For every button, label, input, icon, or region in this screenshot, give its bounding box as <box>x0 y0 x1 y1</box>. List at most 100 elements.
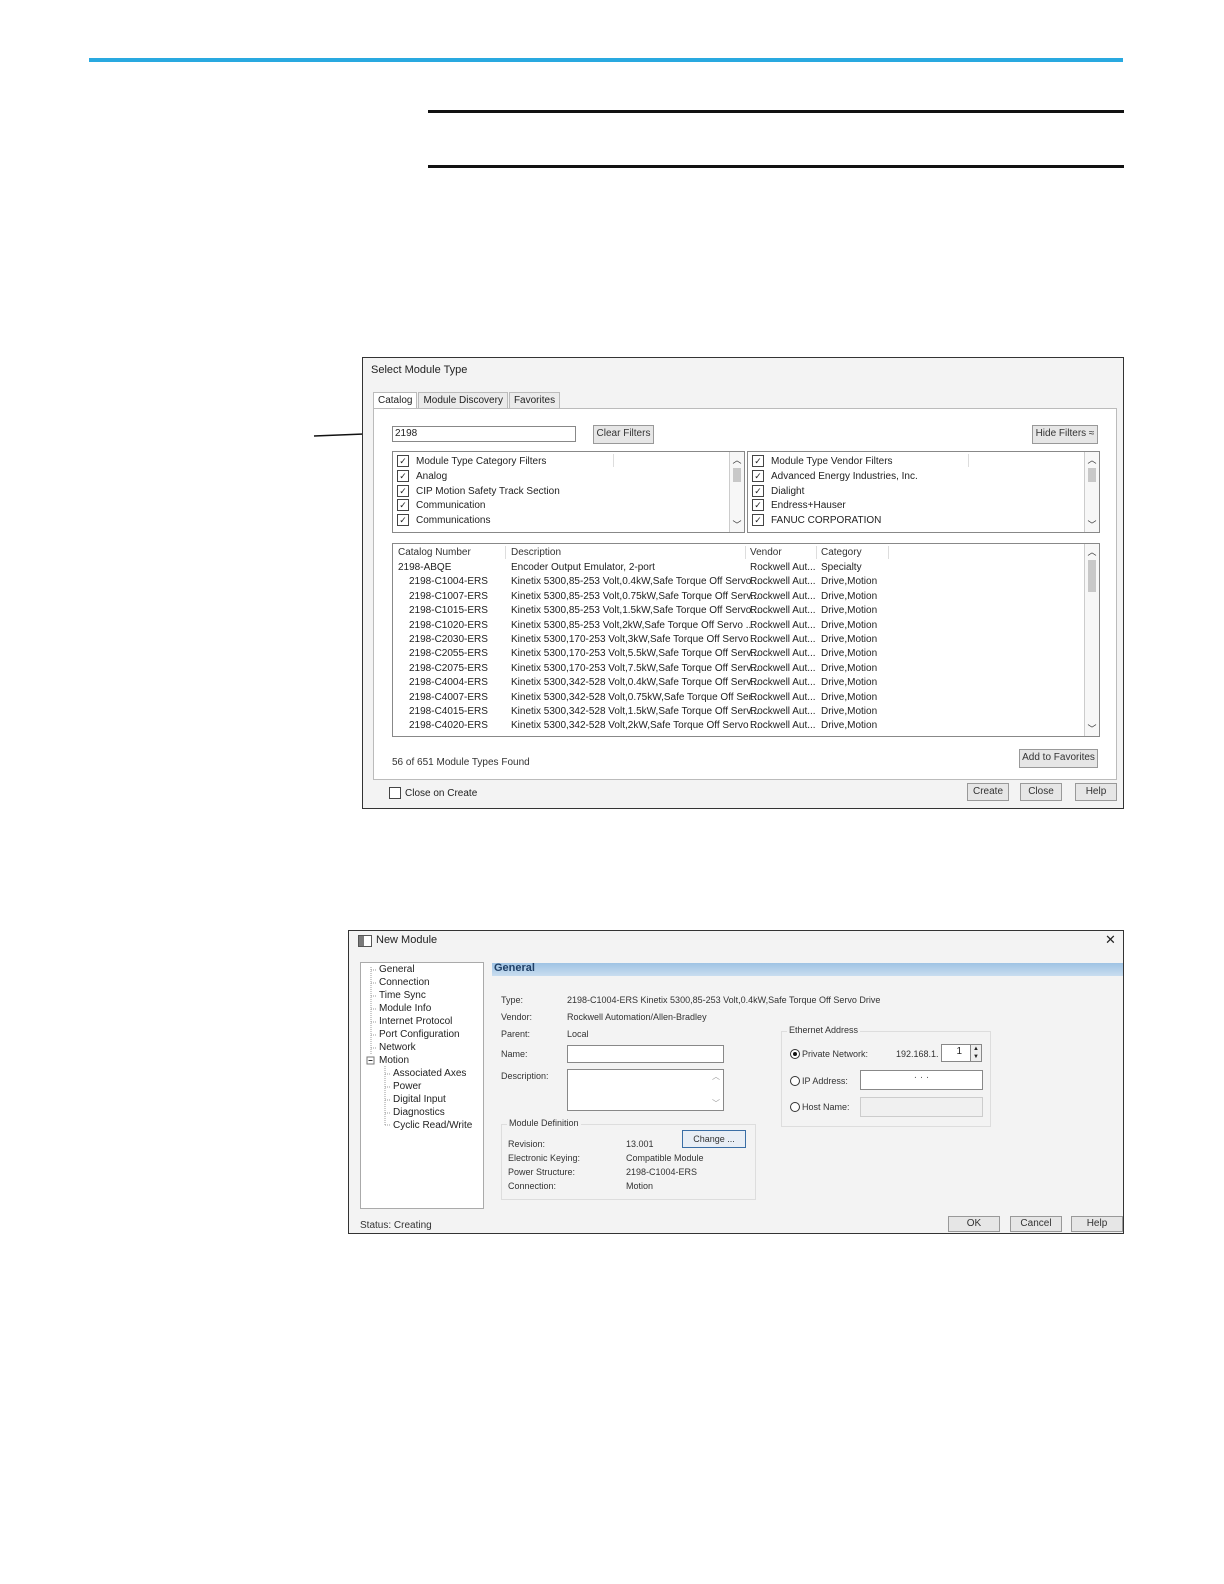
scroll-up-icon[interactable]: ︿ <box>712 1071 720 1082</box>
tree-item-cyclic-read-write[interactable]: Cyclic Read/Write <box>393 1120 472 1131</box>
parent-value: Local <box>567 1029 589 1039</box>
column-header-catalog-number[interactable]: Catalog Number <box>398 547 471 558</box>
vendor-filter-item[interactable]: ✓ FANUC CORPORATION <box>752 513 881 527</box>
found-count: 56 of 651 Module Types Found <box>392 757 530 768</box>
search-input[interactable]: 2198 <box>392 426 576 442</box>
category-filter-item[interactable]: ✓ Communication <box>397 498 485 512</box>
checkbox-checked-icon[interactable]: ✓ <box>752 514 764 526</box>
description-cell: Kinetix 5300,85-253 Volt,0.4kW,Safe Torq… <box>511 576 760 588</box>
description-cell: Kinetix 5300,342-528 Volt,0.4kW,Safe Tor… <box>511 677 759 689</box>
table-row[interactable]: 2198-C4020-ERS Kinetix 5300,342-528 Volt,… <box>393 720 1083 734</box>
private-network-radio[interactable] <box>790 1049 800 1059</box>
table-row[interactable]: 2198-C4015-ERS Kinetix 5300,342-528 Volt,… <box>393 706 1083 720</box>
host-name-radio[interactable] <box>790 1102 800 1112</box>
category-filter-item[interactable]: ✓ CIP Motion Safety Track Section <box>397 484 560 498</box>
checkbox-checked-icon[interactable]: ✓ <box>752 470 764 482</box>
catalog-scrollbar[interactable]: ︿ ﹀ <box>1084 544 1099 736</box>
host-name-label: Host Name: <box>802 1102 850 1112</box>
tree-item-port-configuration[interactable]: Port Configuration <box>379 1029 460 1040</box>
vendor-filter-item[interactable]: ✓ Advanced Energy Industries, Inc. <box>752 469 918 483</box>
help-button[interactable]: Help <box>1075 783 1117 801</box>
table-row[interactable]: 2198-C4007-ERS Kinetix 5300,342-528 Volt,… <box>393 692 1083 706</box>
tree-item-power[interactable]: Power <box>393 1081 421 1092</box>
checkbox-checked-icon[interactable]: ✓ <box>397 514 409 526</box>
section-title: General <box>494 962 535 974</box>
tree-item-time-sync[interactable]: Time Sync <box>379 990 426 1001</box>
host-name-field[interactable] <box>860 1097 983 1117</box>
tree-item-module-info[interactable]: Module Info <box>379 1003 431 1014</box>
checkbox-checked-icon[interactable]: ✓ <box>397 455 409 467</box>
close-icon[interactable]: ✕ <box>1105 932 1116 948</box>
tree-item-internet-protocol[interactable]: Internet Protocol <box>379 1016 452 1027</box>
scroll-down-icon[interactable]: ﹀ <box>712 1098 720 1109</box>
category-filter-header: ✓ Module Type Category Filters <box>397 454 546 468</box>
scroll-thumb[interactable] <box>1088 468 1096 482</box>
tree-item-digital-input[interactable]: Digital Input <box>393 1094 446 1105</box>
category-filter-item[interactable]: ✓ Analog <box>397 469 447 483</box>
tree-item-connection[interactable]: Connection <box>379 977 430 988</box>
category-filter-item[interactable]: ✓ Communications <box>397 513 490 527</box>
tree-item-associated-axes[interactable]: Associated Axes <box>393 1068 466 1079</box>
vendor-filter-item[interactable]: ✓ Endress+Hauser <box>752 498 846 512</box>
tab-module-discovery[interactable]: Module Discovery <box>418 392 508 408</box>
table-row[interactable]: 2198-C1007-ERS Kinetix 5300,85-253 Volt,0… <box>393 591 1083 605</box>
vendor-filter-item[interactable]: ✓ Dialight <box>752 484 804 498</box>
checkbox-checked-icon[interactable]: ✓ <box>752 455 764 467</box>
scroll-up-icon[interactable]: ︿ <box>730 453 744 466</box>
table-row[interactable]: 2198-C1015-ERS Kinetix 5300,85-253 Volt,1… <box>393 605 1083 619</box>
checkbox-checked-icon[interactable]: ✓ <box>397 470 409 482</box>
vendor-scrollbar[interactable]: ︿ ﹀ <box>1084 452 1099 532</box>
table-row[interactable]: 2198-C1020-ERS Kinetix 5300,85-253 Volt,2… <box>393 620 1083 634</box>
scroll-down-icon[interactable]: ﹀ <box>1085 722 1099 735</box>
scroll-up-icon[interactable]: ︿ <box>1085 545 1099 558</box>
category-scrollbar[interactable]: ︿ ﹀ <box>729 452 744 532</box>
tab-catalog[interactable]: Catalog <box>373 392 418 408</box>
column-header-vendor[interactable]: Vendor <box>750 547 782 558</box>
scroll-thumb[interactable] <box>1088 560 1096 592</box>
name-field[interactable] <box>567 1045 724 1063</box>
close-button[interactable]: Close <box>1020 783 1062 801</box>
select-module-type-dialog: Select Module Type Catalog Module Discov… <box>362 357 1124 809</box>
checkbox-unchecked-icon[interactable] <box>389 787 401 799</box>
help-button[interactable]: Help <box>1071 1216 1123 1232</box>
table-row[interactable]: 2198-C2075-ERS Kinetix 5300,170-253 Volt,… <box>393 663 1083 677</box>
cancel-button[interactable]: Cancel <box>1010 1216 1062 1232</box>
close-on-create-option[interactable]: Close on Create <box>389 787 477 799</box>
tab-favorites[interactable]: Favorites <box>508 392 561 408</box>
ip-address-radio[interactable] <box>790 1076 800 1086</box>
scroll-thumb[interactable] <box>733 468 741 482</box>
connection-label: Connection: <box>508 1181 557 1191</box>
tree-item-diagnostics[interactable]: Diagnostics <box>393 1107 445 1118</box>
spin-arrows-icon[interactable]: ▲ ▼ <box>970 1044 982 1062</box>
scroll-down-icon[interactable]: ﹀ <box>1085 518 1099 531</box>
scroll-up-icon[interactable]: ︿ <box>1085 453 1099 466</box>
checkbox-checked-icon[interactable]: ✓ <box>397 485 409 497</box>
table-row[interactable]: 2198-C4004-ERS Kinetix 5300,342-528 Volt,… <box>393 677 1083 691</box>
checkbox-checked-icon[interactable]: ✓ <box>752 485 764 497</box>
checkbox-checked-icon[interactable]: ✓ <box>752 499 764 511</box>
description-field[interactable]: ︿ ﹀ <box>567 1069 724 1111</box>
ok-button[interactable]: OK <box>948 1216 1000 1232</box>
table-row[interactable]: 2198-C2055-ERS Kinetix 5300,170-253 Volt,… <box>393 648 1083 662</box>
table-row[interactable]: 2198-C2030-ERS Kinetix 5300,170-253 Volt,… <box>393 634 1083 648</box>
tree-item-general[interactable]: General <box>379 964 415 975</box>
scroll-down-icon[interactable]: ﹀ <box>730 518 744 531</box>
section-header-band <box>492 963 1123 976</box>
create-button[interactable]: Create <box>967 783 1009 801</box>
vendor-filter-header: ✓ Module Type Vendor Filters <box>752 454 893 468</box>
ip-address-field[interactable]: · · · <box>860 1070 983 1090</box>
tree-item-network[interactable]: Network <box>379 1042 416 1053</box>
clear-filters-button[interactable]: Clear Filters <box>593 425 654 444</box>
category-cell: Drive,Motion <box>821 634 878 645</box>
catalog-number-cell: 2198-C2030-ERS <box>409 634 488 645</box>
column-header-category[interactable]: Category <box>821 547 862 558</box>
change-button[interactable]: Change ... <box>682 1130 746 1148</box>
vendor-cell: Rockwell Aut... <box>750 605 816 617</box>
column-header-description[interactable]: Description <box>511 547 561 558</box>
hide-filters-button[interactable]: Hide Filters ≈ <box>1032 425 1098 444</box>
checkbox-checked-icon[interactable]: ✓ <box>397 499 409 511</box>
add-to-favorites-button[interactable]: Add to Favorites <box>1019 749 1098 768</box>
tree-item-motion[interactable]: Motion <box>379 1055 409 1066</box>
table-row[interactable]: 2198-C1004-ERS Kinetix 5300,85-253 Volt,0… <box>393 576 1083 590</box>
table-row[interactable]: 2198-ABQE Encoder Output Emulator, 2-port… <box>393 562 1083 576</box>
